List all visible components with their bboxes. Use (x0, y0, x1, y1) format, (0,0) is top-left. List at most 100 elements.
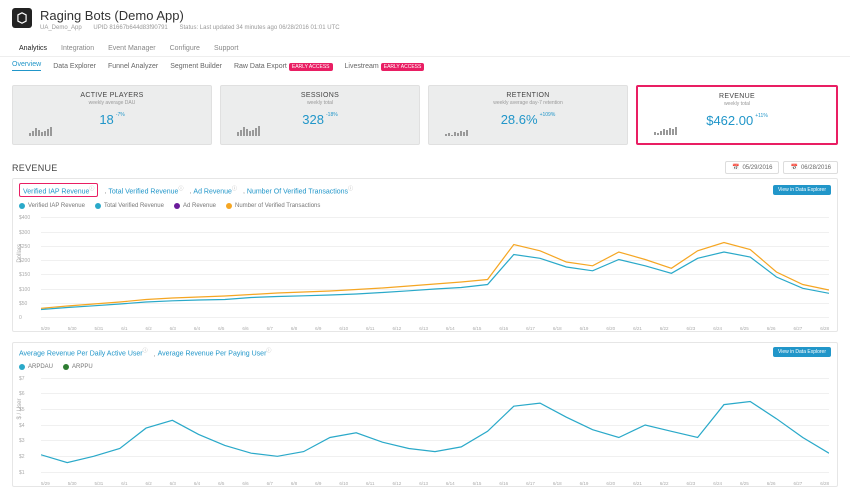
kpi-title: SESSIONS (229, 92, 411, 99)
main-nav: AnalyticsIntegrationEvent ManagerConfigu… (0, 35, 850, 57)
chart-metric-toggle[interactable]: Average Revenue Per Daily Active Userⓘ (19, 347, 148, 357)
xtick: 6/23 (687, 326, 696, 331)
revenue-chart-block: Verified IAP Revenueⓘ, Total Verified Re… (12, 178, 838, 332)
kpi-value: 328-18% (229, 112, 411, 127)
view-data-explorer-button[interactable]: View in Data Explorer (773, 347, 831, 357)
ytick: $2 (19, 454, 25, 460)
info-icon[interactable]: ⓘ (178, 186, 183, 192)
xtick: 6/11 (366, 481, 374, 486)
ytick: $300 (19, 230, 30, 236)
xtick: 6/24 (713, 326, 722, 331)
spark-icon (437, 126, 477, 140)
chart-metric-toggle[interactable]: Total Verified Revenueⓘ (108, 185, 183, 195)
legend-dot-icon (95, 203, 101, 209)
date-to[interactable]: 📅06/28/2016 (783, 161, 838, 174)
xtick: 6/9 (315, 326, 321, 331)
xtick: 5/30 (68, 326, 77, 331)
unity-logo-icon (12, 8, 32, 28)
app-meta: UA_Demo_App UPID 81667b644d83f90791 Stat… (40, 25, 838, 31)
legend-item[interactable]: ARPDAU (19, 364, 53, 370)
legend-item[interactable]: Total Verified Revenue (95, 203, 164, 209)
legend-dot-icon (19, 364, 25, 370)
info-icon[interactable]: ⓘ (232, 186, 237, 192)
kpi-subtitle: weekly total (229, 100, 411, 106)
ytick: $4 (19, 423, 25, 429)
chart-metric-toggle[interactable]: Verified IAP Revenueⓘ (19, 183, 98, 197)
xtick: 6/15 (473, 326, 482, 331)
chart-metric-toggle[interactable]: Number Of Verified Transactionsⓘ (247, 185, 353, 195)
kpi-revenue[interactable]: REVENUE weekly total $462.00+11% (636, 85, 838, 145)
subtab-raw-data-export[interactable]: Raw Data ExportEARLY ACCESS (234, 63, 333, 70)
nav-tab-configure[interactable]: Configure (163, 41, 207, 56)
subtab-funnel-analyzer[interactable]: Funnel Analyzer (108, 63, 158, 70)
kpi-title: RETENTION (437, 92, 619, 99)
info-icon[interactable]: ⓘ (89, 186, 94, 192)
kpi-retention[interactable]: RETENTION weekly average day-7 retention… (428, 85, 628, 145)
xtick: 6/15 (473, 481, 482, 486)
subtab-data-explorer[interactable]: Data Explorer (53, 63, 96, 70)
chart2-legend: ARPDAU ARPPU (13, 362, 837, 374)
calendar-icon: 📅 (790, 164, 797, 171)
chart1-canvas: Dollars $400$300$250$200$150$100$500 5/2… (13, 213, 837, 331)
xtick: 6/6 (242, 481, 248, 486)
kpi-sessions[interactable]: SESSIONS weekly total 328-18% (220, 85, 420, 145)
info-icon[interactable]: ⓘ (348, 186, 353, 192)
xtick: 6/4 (194, 481, 200, 486)
ytick: $3 (19, 438, 25, 444)
nav-tab-support[interactable]: Support (207, 41, 246, 56)
xtick: 5/30 (68, 481, 77, 486)
legend-item[interactable]: Verified IAP Revenue (19, 203, 85, 209)
app-title: Raging Bots (Demo App) (40, 8, 838, 23)
info-icon[interactable]: ⓘ (143, 348, 148, 354)
subtab-segment-builder[interactable]: Segment Builder (170, 63, 222, 70)
info-icon[interactable]: ⓘ (266, 348, 271, 354)
ytick: $150 (19, 272, 30, 278)
arpu-chart-block: Average Revenue Per Daily Active Userⓘ, … (12, 342, 838, 486)
kpi-title: REVENUE (646, 93, 828, 100)
upid: UPID 81667b644d83f90791 (93, 25, 167, 31)
kpi-active-players[interactable]: ACTIVE PLAYERS weekly average DAU 18-7% (12, 85, 212, 145)
xtick: 6/13 (419, 481, 428, 486)
kpi-subtitle: weekly total (646, 101, 828, 107)
xtick: 6/16 (499, 481, 508, 486)
legend-dot-icon (63, 364, 69, 370)
date-from[interactable]: 📅05/29/2016 (725, 161, 780, 174)
subtab-overview[interactable]: Overview (12, 61, 41, 71)
kpi-value: 18-7% (21, 112, 203, 127)
series-line (41, 401, 829, 462)
legend-dot-icon (226, 203, 232, 209)
spark-icon (229, 126, 269, 140)
status-text: Status: Last updated 34 minutes ago 06/2… (179, 25, 339, 31)
subtab-livestream[interactable]: LivestreamEARLY ACCESS (345, 63, 425, 70)
ytick: $50 (19, 301, 27, 307)
xtick: 6/11 (366, 326, 374, 331)
xtick: 6/10 (339, 481, 348, 486)
spark-icon (646, 125, 686, 139)
xtick: 6/21 (633, 481, 642, 486)
chart-metric-toggle[interactable]: Average Revenue Per Paying Userⓘ (158, 347, 272, 357)
chart1-legend: Verified IAP Revenue Total Verified Reven… (13, 201, 837, 213)
ytick: $250 (19, 244, 30, 250)
legend-item[interactable]: Number of Verified Transactions (226, 203, 320, 209)
legend-item[interactable]: ARPPU (63, 364, 93, 370)
xtick: 6/5 (218, 481, 224, 486)
xtick: 6/1 (121, 481, 127, 486)
xtick: 6/5 (218, 326, 224, 331)
chart-metric-toggle[interactable]: Ad Revenueⓘ (193, 185, 237, 195)
nav-tab-event-manager[interactable]: Event Manager (101, 41, 162, 56)
legend-item[interactable]: Ad Revenue (174, 203, 216, 209)
series-line (41, 243, 829, 309)
nav-tab-analytics[interactable]: Analytics (12, 41, 54, 56)
xtick: 6/18 (553, 326, 562, 331)
nav-tab-integration[interactable]: Integration (54, 41, 101, 56)
xtick: 6/7 (267, 481, 273, 486)
ytick: $1 (19, 470, 25, 476)
chart1-titles: Verified IAP Revenueⓘ, Total Verified Re… (19, 183, 357, 197)
xtick: 6/22 (660, 326, 669, 331)
view-data-explorer-button[interactable]: View in Data Explorer (773, 185, 831, 195)
xtick: 5/31 (94, 326, 103, 331)
xtick: 6/12 (392, 326, 401, 331)
ytick: $200 (19, 258, 30, 264)
kpi-pct: +109% (540, 112, 556, 118)
kpi-subtitle: weekly average day-7 retention (437, 100, 619, 106)
